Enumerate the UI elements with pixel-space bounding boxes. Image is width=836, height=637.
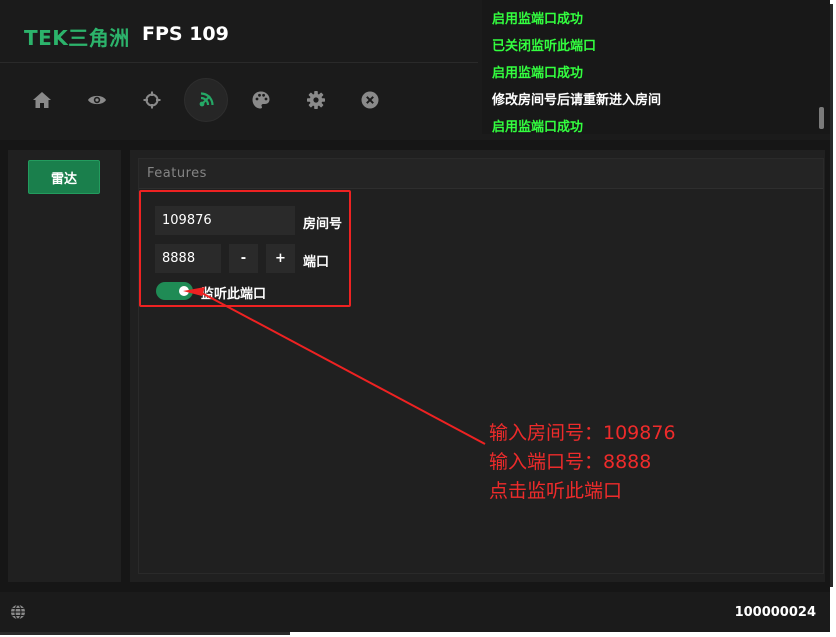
account-id: 100000024 — [734, 605, 816, 620]
annotation-line-1: 输入房间号：109876 — [489, 422, 676, 444]
annotation-highlight-box — [139, 190, 351, 307]
globe-icon[interactable] — [10, 604, 26, 624]
header-divider — [0, 62, 478, 63]
nav-exit[interactable] — [348, 78, 392, 122]
fps-counter: FPS 109 — [142, 23, 229, 45]
app-window: TEK三角洲 FPS 109 启用监端口成功 已关闭监听此端口 启用监端口成功 … — [0, 0, 830, 632]
nav-settings[interactable] — [294, 78, 338, 122]
crosshair-icon — [143, 91, 161, 109]
edge-shadow — [0, 632, 290, 635]
nav-bar — [0, 78, 478, 122]
features-header: Features — [139, 159, 823, 189]
status-bar: 100000024 — [0, 592, 830, 632]
log-line: 启用监端口成功 — [492, 120, 584, 134]
nav-visuals[interactable] — [75, 78, 119, 122]
log-line: 修改房间号后请重新进入房间 — [492, 93, 662, 108]
log-scrollbar[interactable] — [819, 107, 824, 129]
eye-icon — [87, 93, 107, 107]
radar-category-button[interactable]: 雷达 — [28, 160, 100, 194]
log-line: 启用监端口成功 — [492, 12, 584, 27]
annotation-line-2: 输入端口号：8888 — [489, 451, 652, 473]
category-sidebar: 雷达 — [8, 150, 121, 582]
palette-icon — [251, 90, 271, 110]
radar-icon — [196, 90, 216, 110]
log-panel: 启用监端口成功 已关闭监听此端口 启用监端口成功 修改房间号后请重新进入房间 启… — [482, 0, 830, 134]
window-edge-right — [830, 0, 836, 637]
nav-colors[interactable] — [239, 78, 283, 122]
window-edge-bottom — [0, 632, 836, 637]
nav-aim[interactable] — [130, 78, 174, 122]
nav-home[interactable] — [20, 78, 64, 122]
app-logo: TEK三角洲 — [24, 26, 130, 50]
nav-radar[interactable] — [184, 78, 228, 122]
edge-shadow — [830, 4, 833, 587]
log-line: 已关闭监听此端口 — [492, 39, 597, 54]
header: TEK三角洲 FPS 109 启用监端口成功 已关闭监听此端口 启用监端口成功 … — [0, 0, 830, 140]
home-icon — [32, 91, 52, 109]
log-line: 启用监端口成功 — [492, 66, 584, 81]
gear-icon — [306, 90, 326, 110]
features-title: Features — [147, 166, 207, 181]
close-icon — [361, 91, 379, 109]
annotation-line-3: 点击监听此端口 — [489, 480, 623, 502]
